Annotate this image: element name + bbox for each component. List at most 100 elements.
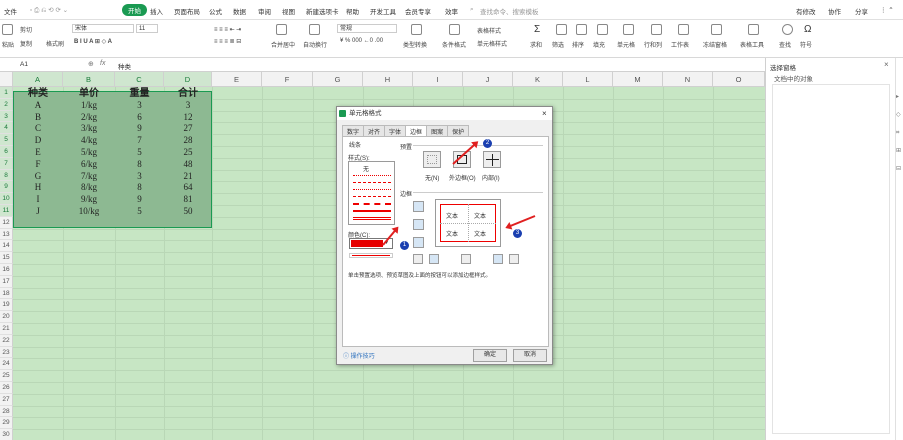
row-col-icon[interactable] bbox=[651, 24, 662, 35]
column-header[interactable]: N bbox=[663, 72, 713, 87]
table-cell[interactable]: 48 bbox=[164, 159, 212, 171]
tab-page-layout[interactable]: 页面布局 bbox=[174, 6, 200, 16]
objects-list[interactable] bbox=[772, 84, 890, 434]
sum-button[interactable]: 求和 bbox=[530, 40, 542, 49]
sort-button[interactable]: 排序 bbox=[572, 40, 584, 49]
tab-data[interactable]: 数据 bbox=[233, 6, 246, 16]
table-cell[interactable]: F bbox=[13, 159, 63, 171]
more-icon[interactable]: ⋮ ⌃ bbox=[880, 6, 894, 14]
table-cell[interactable]: 28 bbox=[164, 135, 212, 147]
table-cell[interactable]: A bbox=[13, 100, 63, 112]
table-cell[interactable]: 1/kg bbox=[63, 100, 115, 112]
row-header[interactable]: 16 bbox=[0, 264, 13, 276]
tab-help[interactable]: 帮助 bbox=[346, 6, 359, 16]
cut-button[interactable]: 剪切 bbox=[20, 25, 32, 34]
table-cell[interactable]: 5 bbox=[115, 206, 164, 218]
column-header[interactable]: D bbox=[164, 72, 212, 87]
table-header-cell[interactable]: 合计 bbox=[164, 88, 212, 100]
row-header[interactable]: 12 bbox=[0, 216, 13, 229]
border-bottom-button[interactable] bbox=[413, 237, 424, 248]
tab-dev-tools[interactable]: 开发工具 bbox=[370, 6, 396, 16]
search-icon[interactable]: ⌕ bbox=[470, 6, 474, 14]
table-tools-icon[interactable] bbox=[748, 24, 759, 35]
tab-new[interactable]: 新建选项卡 bbox=[306, 6, 339, 16]
formula-input[interactable]: 种类 bbox=[118, 61, 131, 71]
table-cell[interactable]: H bbox=[13, 182, 63, 194]
conditional-format-icon[interactable] bbox=[449, 24, 460, 35]
row-header[interactable]: 9 bbox=[0, 181, 13, 194]
modified-status[interactable]: 有修改 bbox=[796, 6, 816, 16]
ok-button[interactable]: 确定 bbox=[473, 349, 507, 362]
cell-icon[interactable] bbox=[623, 24, 634, 35]
table-cell[interactable]: 25 bbox=[164, 147, 212, 159]
column-header[interactable]: A bbox=[13, 72, 63, 87]
table-cell[interactable]: 27 bbox=[164, 123, 212, 135]
column-header[interactable]: E bbox=[212, 72, 262, 87]
table-cell[interactable]: 7 bbox=[115, 135, 164, 147]
table-cell[interactable]: 7/kg bbox=[63, 171, 115, 183]
number-format-select[interactable]: 常规 bbox=[337, 24, 397, 33]
fill-icon[interactable] bbox=[597, 24, 608, 35]
border-left-button[interactable] bbox=[429, 254, 439, 264]
table-cell[interactable]: J bbox=[13, 206, 63, 218]
wrap-icon[interactable] bbox=[309, 24, 320, 35]
border-preview[interactable]: 文本 文本 文本 文本 bbox=[435, 199, 501, 247]
tab-start[interactable]: 开始 bbox=[122, 4, 147, 16]
table-cell[interactable]: 8/kg bbox=[63, 182, 115, 194]
row-header[interactable]: 13 bbox=[0, 228, 13, 241]
table-cell[interactable]: G bbox=[13, 171, 63, 183]
table-cell[interactable]: 50 bbox=[164, 206, 212, 218]
line-style-option[interactable] bbox=[353, 182, 391, 183]
merge-center-button[interactable]: 合并居中 bbox=[271, 40, 295, 49]
style-none-option[interactable]: 无 bbox=[363, 164, 369, 173]
column-header[interactable]: O bbox=[713, 72, 765, 87]
symbol-button[interactable]: 符号 bbox=[800, 40, 812, 49]
type-convert-button[interactable]: 类型转换 bbox=[403, 40, 427, 49]
cell-button[interactable]: 单元格 bbox=[617, 40, 635, 49]
fill-button[interactable]: 填充 bbox=[593, 40, 605, 49]
table-cell[interactable]: 9/kg bbox=[63, 194, 115, 206]
paste-icon[interactable] bbox=[2, 24, 13, 35]
select-all-corner[interactable] bbox=[0, 72, 13, 87]
table-cell[interactable]: 3 bbox=[164, 100, 212, 112]
column-header[interactable]: H bbox=[363, 72, 413, 87]
row-header[interactable]: 14 bbox=[0, 240, 13, 253]
freeze-panes-button[interactable]: 冻结窗格 bbox=[703, 40, 727, 49]
row-header[interactable]: 10 bbox=[0, 193, 13, 205]
table-cell[interactable]: 9 bbox=[115, 123, 164, 135]
table-style-button[interactable]: 表格样式 bbox=[477, 26, 501, 35]
format-painter-button[interactable]: 格式刷 bbox=[46, 39, 64, 48]
table-cell[interactable]: 4/kg bbox=[63, 135, 115, 147]
freeze-panes-icon[interactable] bbox=[711, 24, 722, 35]
worksheet-button[interactable]: 工作表 bbox=[671, 40, 689, 49]
column-header[interactable]: G bbox=[313, 72, 363, 87]
row-header[interactable]: 26 bbox=[0, 382, 13, 394]
font-size-select[interactable]: 11 bbox=[136, 24, 158, 33]
close-icon[interactable]: × bbox=[884, 60, 889, 69]
column-header[interactable]: F bbox=[262, 72, 313, 87]
row-header[interactable]: 28 bbox=[0, 405, 13, 418]
line-style-list[interactable]: 无 bbox=[348, 161, 395, 225]
merge-icon[interactable] bbox=[276, 24, 287, 35]
worksheet-icon[interactable] bbox=[678, 24, 689, 35]
table-header-cell[interactable]: 种类 bbox=[13, 88, 63, 100]
row-header[interactable]: 8 bbox=[0, 169, 13, 182]
currency-icons[interactable]: ¥ % 000 ←0 .00 bbox=[340, 38, 383, 44]
row-header[interactable]: 7 bbox=[0, 157, 13, 170]
tab-formula[interactable]: 公式 bbox=[209, 6, 222, 16]
row-header[interactable]: 25 bbox=[0, 370, 13, 382]
align-icons[interactable]: ≡ ≡ ≡ ⇤ ⇥ bbox=[214, 26, 241, 33]
zoom-icon[interactable]: ⊕ bbox=[88, 60, 94, 68]
table-cell[interactable]: 3 bbox=[115, 171, 164, 183]
row-header[interactable]: 15 bbox=[0, 252, 13, 264]
tips-link-label[interactable]: 操作技巧 bbox=[351, 354, 375, 360]
fx-icon[interactable]: fx bbox=[100, 60, 105, 67]
row-header[interactable]: 11 bbox=[0, 205, 13, 217]
line-style-option[interactable] bbox=[353, 175, 391, 176]
collaborate-button[interactable]: 协作 bbox=[828, 6, 841, 16]
paste-button[interactable]: 粘贴 bbox=[2, 40, 14, 49]
table-header-cell[interactable]: 重量 bbox=[115, 88, 164, 100]
table-cell[interactable]: I bbox=[13, 194, 63, 206]
table-cell[interactable]: B bbox=[13, 112, 63, 124]
tips-link[interactable]: ⓘ 操作技巧 bbox=[343, 351, 375, 360]
